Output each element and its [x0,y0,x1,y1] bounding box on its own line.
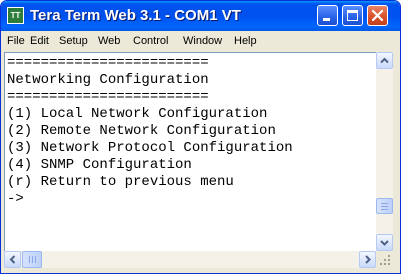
menu-bar: File Edit Setup Web Control Window Help [1,31,400,51]
vertical-scroll-thumb[interactable] [376,198,393,214]
terminal-line: (3) Network Protocol Configuration [7,140,293,156]
terminal-line: (r) Return to previous menu [7,174,234,190]
close-icon [371,9,384,22]
resize-grip-icon [380,255,390,265]
terminal-line: (2) Remote Network Configuration [7,123,276,139]
menu-file[interactable]: File [7,33,25,49]
terminal-line: (1) Local Network Configuration [7,106,268,122]
menu-help[interactable]: Help [234,33,257,49]
chevron-right-icon [365,255,371,264]
resize-grip[interactable] [376,251,393,268]
title-bar[interactable]: TT Tera Term Web 3.1 - COM1 VT [1,1,400,31]
maximize-icon [347,10,358,21]
menu-window[interactable]: Window [183,33,222,49]
terminal-prompt: -> [7,191,24,207]
menu-edit[interactable]: Edit [30,33,49,49]
terminal-line: Networking Configuration [7,72,209,88]
terminal-line: ======================== [7,55,209,71]
menu-control[interactable]: Control [133,33,168,49]
chevron-down-icon [380,240,389,246]
menu-web[interactable]: Web [98,33,120,49]
horizontal-scrollbar[interactable] [4,251,376,268]
minimize-icon [323,18,330,21]
terminal-line: ======================== [7,89,209,105]
terminal-line: (4) SNMP Configuration [7,157,192,173]
scroll-down-button[interactable] [376,234,393,251]
terminal-screen[interactable]: ======================== Networking Conf… [4,52,376,251]
minimize-button[interactable] [317,5,338,26]
chevron-left-icon [9,255,16,264]
window-title: Tera Term Web 3.1 - COM1 VT [30,7,241,24]
tera-term-app-icon[interactable]: TT [7,7,24,24]
scroll-left-button[interactable] [4,251,21,268]
menu-setup[interactable]: Setup [59,33,88,49]
scroll-up-button[interactable] [376,52,393,69]
maximize-button[interactable] [342,5,363,26]
scroll-right-button[interactable] [359,251,376,268]
app-icon-text: TT [10,11,21,20]
terminal-window: TT Tera Term Web 3.1 - COM1 VT File Edit… [0,0,401,274]
chevron-up-icon [380,57,389,64]
vertical-scrollbar[interactable] [376,52,393,251]
close-button[interactable] [367,5,388,26]
horizontal-scroll-thumb[interactable] [22,251,42,268]
